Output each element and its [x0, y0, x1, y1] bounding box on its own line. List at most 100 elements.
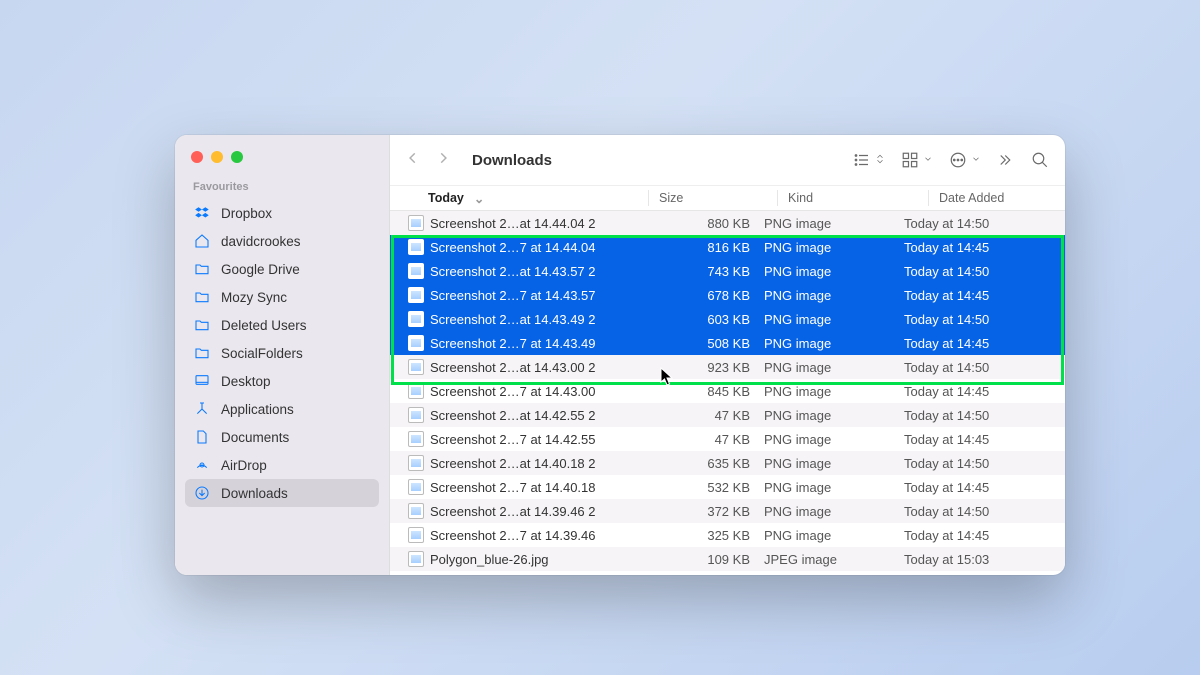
file-size: 743 KB: [646, 264, 764, 279]
document-icon: [193, 428, 211, 446]
chevron-down-icon: [971, 151, 981, 169]
file-kind: PNG image: [764, 288, 904, 303]
file-kind: PNG image: [764, 480, 904, 495]
file-name: Screenshot 2…at 14.43.00 2: [430, 360, 646, 375]
file-size: 816 KB: [646, 240, 764, 255]
file-row[interactable]: Screenshot 2…at 14.43.49 2 603 KB PNG im…: [390, 307, 1065, 331]
file-icon: [408, 479, 424, 495]
file-icon: [408, 551, 424, 567]
file-icon: [408, 455, 424, 471]
file-kind: PNG image: [764, 504, 904, 519]
file-row[interactable]: Screenshot 2…7 at 14.42.55 47 KB PNG ima…: [390, 427, 1065, 451]
file-date: Today at 14:45: [904, 384, 1065, 399]
folder-icon: [193, 344, 211, 362]
file-icon: [408, 215, 424, 231]
folder-icon: [193, 288, 211, 306]
file-row[interactable]: Screenshot 2…7 at 14.44.04 816 KB PNG im…: [390, 235, 1065, 259]
file-row[interactable]: Screenshot 2…7 at 14.43.57 678 KB PNG im…: [390, 283, 1065, 307]
column-date[interactable]: Date Added: [939, 191, 1065, 205]
file-kind: PNG image: [764, 528, 904, 543]
file-name: Screenshot 2…7 at 14.42.55: [430, 432, 646, 447]
file-kind: PNG image: [764, 456, 904, 471]
sidebar-item-label: Documents: [221, 430, 289, 445]
file-kind: JPEG image: [764, 552, 904, 567]
file-size: 372 KB: [646, 504, 764, 519]
search-button[interactable]: [1031, 151, 1049, 169]
sidebar-item-mozy-sync[interactable]: Mozy Sync: [185, 283, 379, 311]
file-row[interactable]: Screenshot 2…at 14.40.18 2 635 KB PNG im…: [390, 451, 1065, 475]
file-size: 508 KB: [646, 336, 764, 351]
sidebar-item-applications[interactable]: Applications: [185, 395, 379, 423]
file-date: Today at 14:50: [904, 264, 1065, 279]
action-menu-button[interactable]: [949, 151, 981, 169]
sidebar-item-label: davidcrookes: [221, 234, 301, 249]
file-icon: [408, 383, 424, 399]
sidebar-item-socialfolders[interactable]: SocialFolders: [185, 339, 379, 367]
desktop-icon: [193, 372, 211, 390]
file-date: Today at 14:50: [904, 504, 1065, 519]
sidebar-item-label: Downloads: [221, 486, 288, 501]
column-name[interactable]: Today ⌄: [390, 191, 648, 206]
file-date: Today at 14:50: [904, 216, 1065, 231]
chevron-down-icon: [923, 151, 933, 169]
sidebar-item-dropbox[interactable]: Dropbox: [185, 199, 379, 227]
sidebar-item-google-drive[interactable]: Google Drive: [185, 255, 379, 283]
sidebar-item-deleted-users[interactable]: Deleted Users: [185, 311, 379, 339]
file-row[interactable]: Screenshot 2…7 at 14.40.18 532 KB PNG im…: [390, 475, 1065, 499]
maximize-button[interactable]: [231, 151, 243, 163]
sidebar-item-downloads[interactable]: Downloads: [185, 479, 379, 507]
sidebar-item-davidcrookes[interactable]: davidcrookes: [185, 227, 379, 255]
file-icon: [408, 311, 424, 327]
file-name: Screenshot 2…at 14.40.18 2: [430, 456, 646, 471]
file-row[interactable]: Screenshot 2…7 at 14.43.49 508 KB PNG im…: [390, 331, 1065, 355]
file-icon: [408, 359, 424, 375]
finder-window: Favourites DropboxdavidcrookesGoogle Dri…: [175, 135, 1065, 575]
file-icon: [408, 407, 424, 423]
column-headers: Today ⌄ Size Kind Date Added: [390, 186, 1065, 211]
file-icon: [408, 287, 424, 303]
file-row[interactable]: Polygon_blue-26.jpg 109 KB JPEG image To…: [390, 547, 1065, 571]
file-row[interactable]: Screenshot 2…7 at 14.43.00 845 KB PNG im…: [390, 379, 1065, 403]
file-row[interactable]: Screenshot 2…at 14.43.00 2 923 KB PNG im…: [390, 355, 1065, 379]
file-kind: PNG image: [764, 336, 904, 351]
close-button[interactable]: [191, 151, 203, 163]
group-button[interactable]: [901, 151, 933, 169]
file-row[interactable]: Screenshot 2…7 at 14.39.46 325 KB PNG im…: [390, 523, 1065, 547]
file-kind: PNG image: [764, 312, 904, 327]
file-date: Today at 14:45: [904, 336, 1065, 351]
sidebar-item-label: Dropbox: [221, 206, 272, 221]
file-name: Screenshot 2…7 at 14.43.49: [430, 336, 646, 351]
column-size[interactable]: Size: [659, 191, 777, 205]
sidebar-item-label: Desktop: [221, 374, 271, 389]
file-size: 678 KB: [646, 288, 764, 303]
file-name: Screenshot 2…at 14.39.46 2: [430, 504, 646, 519]
folder-icon: [193, 316, 211, 334]
file-icon: [408, 239, 424, 255]
sidebar-item-documents[interactable]: Documents: [185, 423, 379, 451]
column-kind[interactable]: Kind: [788, 191, 928, 205]
forward-button[interactable]: [436, 151, 450, 170]
file-row[interactable]: Screenshot 2…at 14.43.57 2 743 KB PNG im…: [390, 259, 1065, 283]
file-size: 635 KB: [646, 456, 764, 471]
file-row[interactable]: Screenshot 2…at 14.39.46 2 372 KB PNG im…: [390, 499, 1065, 523]
minimize-button[interactable]: [211, 151, 223, 163]
main-panel: Downloads Today ⌄: [390, 135, 1065, 575]
sidebar-item-label: AirDrop: [221, 458, 267, 473]
file-name: Screenshot 2…7 at 14.40.18: [430, 480, 646, 495]
view-list-button[interactable]: [853, 151, 885, 169]
file-icon: [408, 431, 424, 447]
overflow-button[interactable]: [997, 151, 1015, 169]
file-kind: PNG image: [764, 264, 904, 279]
sidebar-item-desktop[interactable]: Desktop: [185, 367, 379, 395]
file-date: Today at 14:45: [904, 432, 1065, 447]
file-date: Today at 14:45: [904, 288, 1065, 303]
file-row[interactable]: Screenshot 2…at 14.42.55 2 47 KB PNG ima…: [390, 403, 1065, 427]
back-button[interactable]: [406, 151, 420, 170]
file-kind: PNG image: [764, 240, 904, 255]
file-name: Polygon_blue-26.jpg: [430, 552, 646, 567]
file-row[interactable]: Screenshot 2…at 14.44.04 2 880 KB PNG im…: [390, 211, 1065, 235]
sidebar-item-airdrop[interactable]: AirDrop: [185, 451, 379, 479]
file-size: 109 KB: [646, 552, 764, 567]
file-size: 325 KB: [646, 528, 764, 543]
folder-icon: [193, 260, 211, 278]
